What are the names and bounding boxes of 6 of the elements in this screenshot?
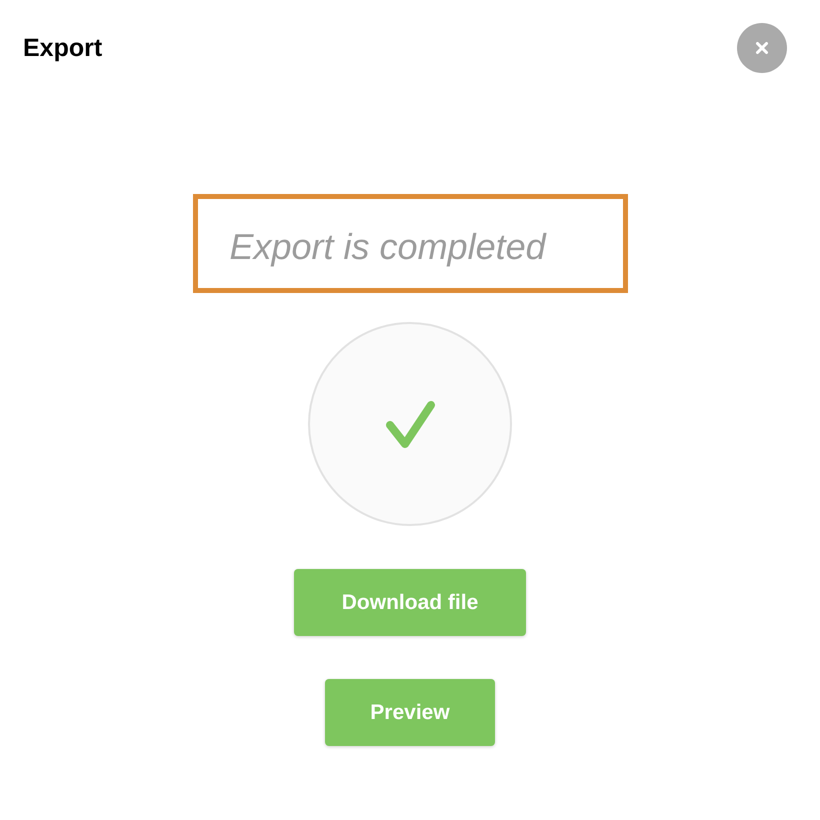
dialog-title: Export xyxy=(23,33,102,63)
close-button[interactable] xyxy=(737,23,787,73)
preview-button[interactable]: Preview xyxy=(325,679,495,746)
close-icon xyxy=(756,42,768,54)
download-file-button[interactable]: Download file xyxy=(294,569,526,636)
status-message: Export is completed xyxy=(230,224,546,268)
